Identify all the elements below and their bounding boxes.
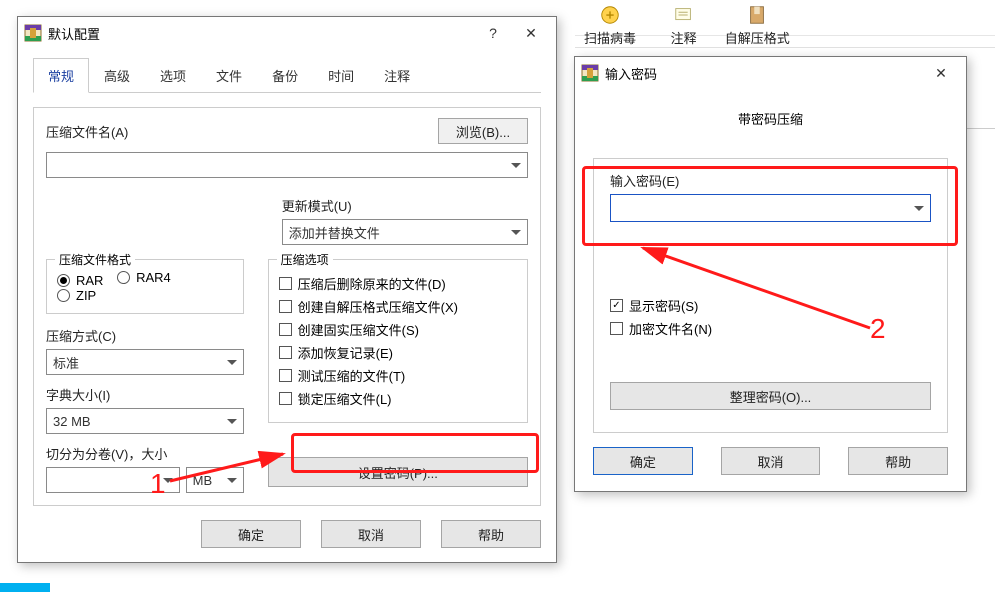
tab-advanced[interactable]: 高级	[89, 58, 145, 93]
format-rar[interactable]: RAR	[57, 273, 103, 288]
help-button[interactable]: 帮助	[848, 447, 948, 475]
dict-label: 字典大小(I)	[46, 385, 244, 404]
chevron-down-icon	[227, 360, 237, 365]
help-button[interactable]: ?	[474, 19, 512, 47]
cancel-button[interactable]: 取消	[721, 447, 821, 475]
tab-backup[interactable]: 备份	[257, 58, 313, 93]
taskbar-fragment	[0, 583, 50, 592]
format-group-label: 压缩文件格式	[55, 251, 135, 268]
opt-sfx[interactable]: 创建自解压格式压缩文件(X)	[279, 297, 517, 316]
chevron-down-icon	[511, 230, 521, 235]
show-password-check[interactable]: 显示密码(S)	[610, 296, 931, 315]
dialog-title: 默认配置	[48, 24, 474, 43]
tab-general[interactable]: 常规	[33, 58, 89, 93]
titlebar: 默认配置 ? ✕	[18, 17, 556, 49]
opt-lock[interactable]: 锁定压缩文件(L)	[279, 389, 517, 408]
ok-button[interactable]: 确定	[593, 447, 693, 475]
opt-solid[interactable]: 创建固实压缩文件(S)	[279, 320, 517, 339]
update-mode-combo[interactable]: 添加并替换文件	[282, 219, 528, 245]
tab-options[interactable]: 选项	[145, 58, 201, 93]
organize-passwords-button[interactable]: 整理密码(O)...	[610, 382, 931, 410]
browse-button[interactable]: 浏览(B)...	[438, 118, 528, 144]
tab-files[interactable]: 文件	[201, 58, 257, 93]
close-button[interactable]: ✕	[512, 19, 550, 47]
dialog-heading: 带密码压缩	[593, 109, 948, 128]
tab-comment[interactable]: 注释	[369, 58, 425, 93]
tab-strip: 常规 高级 选项 文件 备份 时间 注释	[33, 57, 541, 93]
chevron-down-icon	[227, 419, 237, 424]
password-input[interactable]	[617, 197, 914, 219]
opt-test[interactable]: 测试压缩的文件(T)	[279, 366, 517, 385]
default-profile-dialog: 默认配置 ? ✕ 常规 高级 选项 文件 备份 时间 注释 压缩文件名(A) 浏…	[17, 16, 557, 563]
split-size-combo[interactable]	[46, 467, 180, 493]
update-mode-label: 更新模式(U)	[282, 196, 528, 215]
options-group-label: 压缩选项	[277, 251, 333, 268]
chevron-down-icon	[914, 206, 924, 211]
split-label: 切分为分卷(V)，大小	[46, 444, 244, 463]
chevron-down-icon	[163, 478, 173, 483]
format-zip[interactable]: ZIP	[57, 288, 96, 303]
opt-recovery[interactable]: 添加恢复记录(E)	[279, 343, 517, 362]
format-rar4[interactable]: RAR4	[117, 270, 171, 285]
app-icon	[24, 24, 42, 42]
cancel-button[interactable]: 取消	[321, 520, 421, 548]
method-label: 压缩方式(C)	[46, 326, 244, 345]
app-icon	[581, 64, 599, 82]
help-button[interactable]: 帮助	[441, 520, 541, 548]
password-dialog: 输入密码 ✕ 带密码压缩 输入密码(E) 显示密码(S) 加密文件名(N) 整理…	[574, 56, 967, 492]
close-button[interactable]: ✕	[922, 59, 960, 87]
set-password-button[interactable]: 设置密码(P)...	[268, 457, 528, 487]
chevron-down-icon	[227, 478, 237, 483]
method-combo[interactable]: 标准	[46, 349, 244, 375]
dialog-title: 输入密码	[605, 64, 922, 83]
tab-time[interactable]: 时间	[313, 58, 369, 93]
encrypt-names-check[interactable]: 加密文件名(N)	[610, 319, 931, 338]
titlebar: 输入密码 ✕	[575, 57, 966, 89]
chevron-down-icon	[511, 163, 521, 168]
enter-password-label: 输入密码(E)	[610, 171, 931, 190]
archive-name-combo[interactable]	[46, 152, 528, 178]
archive-name-label: 压缩文件名(A)	[46, 122, 426, 141]
opt-delete-after[interactable]: 压缩后删除原来的文件(D)	[279, 274, 517, 293]
password-input-wrap	[610, 194, 931, 222]
split-unit-combo[interactable]: MB	[186, 467, 244, 493]
dict-combo[interactable]: 32 MB	[46, 408, 244, 434]
ok-button[interactable]: 确定	[201, 520, 301, 548]
